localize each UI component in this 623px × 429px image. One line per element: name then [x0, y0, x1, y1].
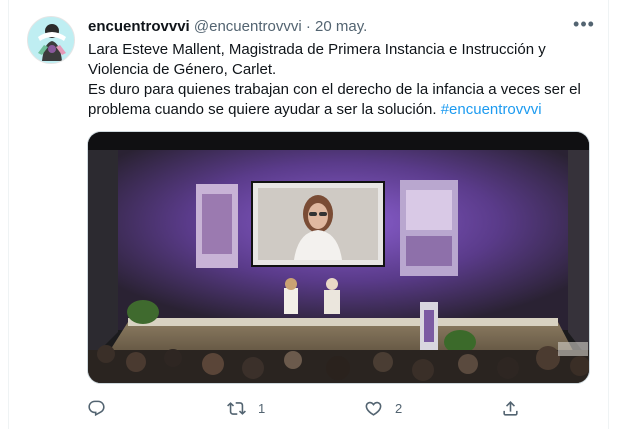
tweet-text-line: Violencia de Género, Carlet.: [88, 61, 277, 78]
tweet-header: encuentrovvvi @encuentrovvvi · 20 may.: [88, 17, 367, 37]
reply-icon: [88, 400, 105, 416]
display-name[interactable]: encuentrovvvi: [88, 18, 190, 35]
retweet-icon: [227, 401, 246, 415]
hashtag-link[interactable]: #encuentrovvvi: [441, 101, 542, 118]
separator-dot: ·: [305, 18, 311, 35]
user-handle[interactable]: @encuentrovvvi: [194, 18, 302, 35]
like-icon: [365, 401, 382, 416]
like-button[interactable]: 2: [364, 394, 402, 422]
conference-stage-photo: [88, 132, 589, 383]
reply-button[interactable]: [87, 394, 118, 422]
tweet-text-line: Lara Esteve Mallent, Magistrada de Prime…: [88, 41, 546, 58]
share-icon: [503, 400, 518, 416]
retweet-count: 1: [258, 400, 266, 416]
tweet-photo[interactable]: [87, 131, 590, 384]
tweet-text: Lara Esteve Mallent, Magistrada de Prime…: [88, 40, 598, 120]
avatar[interactable]: [27, 16, 75, 64]
retweet-button[interactable]: 1: [227, 394, 265, 422]
tweet-text-line: Es duro para quienes trabajan con el der…: [88, 81, 581, 98]
like-count: 2: [395, 400, 403, 416]
share-button[interactable]: [501, 394, 520, 422]
more-icon[interactable]: •••: [570, 14, 598, 40]
avatar-image: [28, 17, 74, 63]
tweet-card[interactable]: encuentrovvvi @encuentrovvvi · 20 may. •…: [8, 0, 609, 429]
tweet-date[interactable]: 20 may.: [315, 18, 367, 35]
tweet-text-line-last: problema cuando se quiere ayudar a ser l…: [88, 100, 598, 120]
tweet-actions: 1 2: [87, 394, 597, 422]
tweet-text-segment: problema cuando se quiere ayudar a ser l…: [88, 101, 437, 118]
